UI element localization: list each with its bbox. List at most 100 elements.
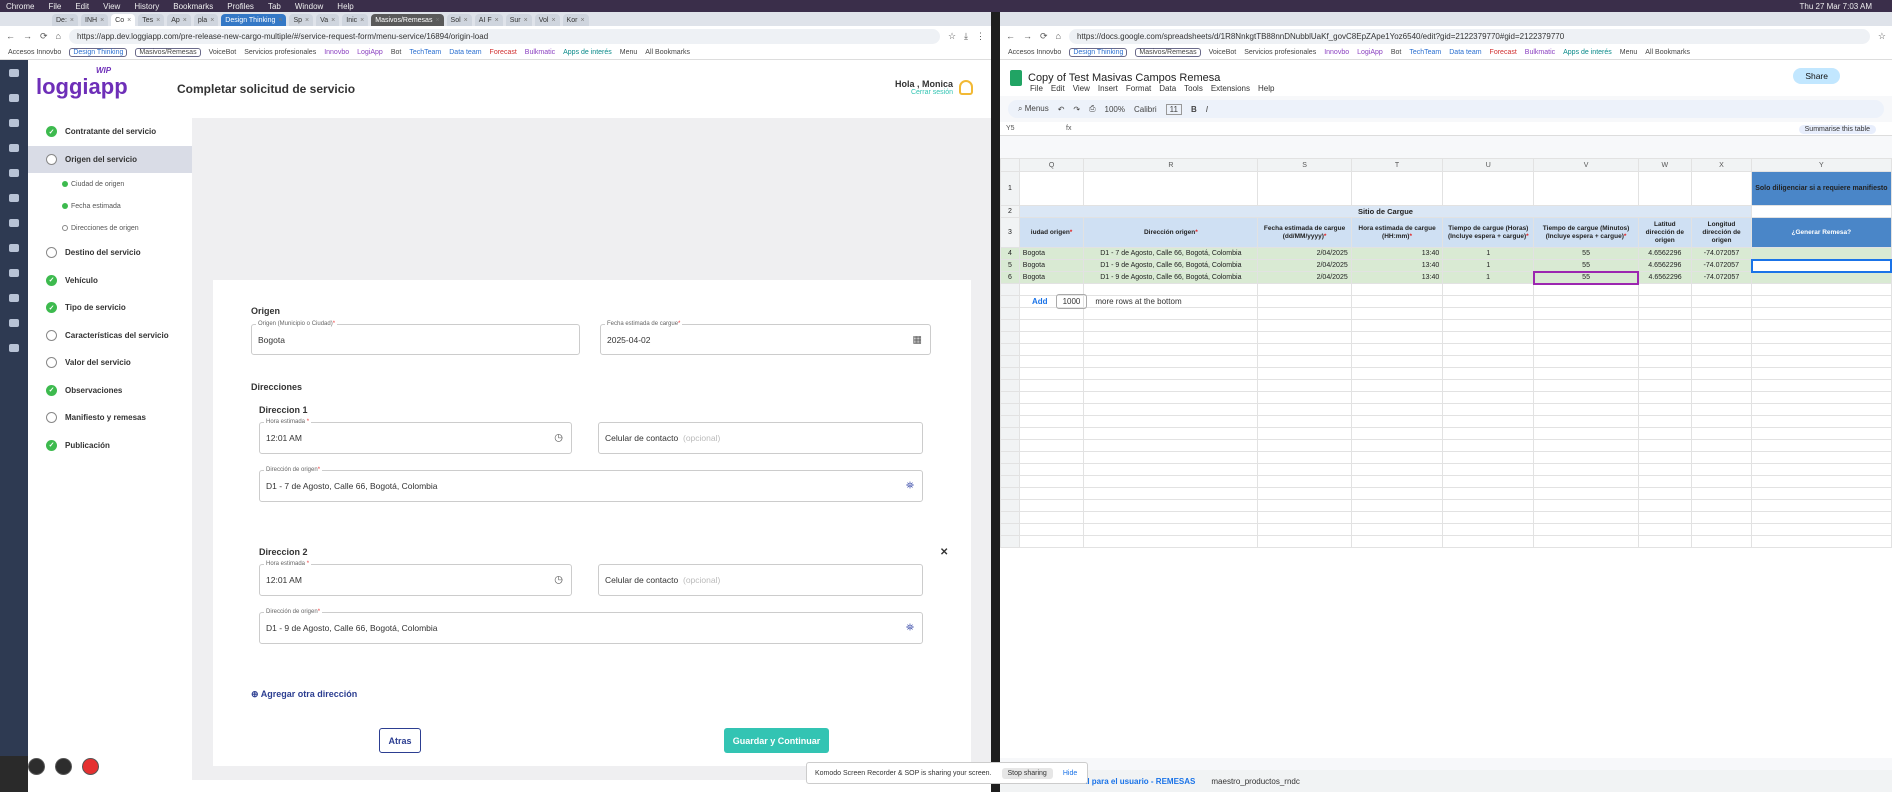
sheet-cell[interactable] [1442,427,1535,440]
sheet-cell[interactable] [1637,415,1692,428]
stepper-item[interactable]: ✓ Vehículo [28,267,192,295]
stop-sharing-button[interactable]: Stop sharing [1001,767,1053,779]
nav-icon[interactable] [9,294,19,302]
stepper-subitem[interactable]: Fecha estimada [28,195,192,217]
forward-icon[interactable]: → [23,31,32,41]
column-header-cell[interactable]: Dirección origen* [1083,217,1259,248]
sheet-cell[interactable] [1533,415,1639,428]
sheet-cell[interactable] [1442,499,1535,512]
italic-icon[interactable]: I [1206,105,1208,114]
stepper-item[interactable]: Características del servicio [28,322,192,350]
row-number[interactable]: 3 [1000,217,1020,248]
sheet-cell[interactable] [1257,171,1352,206]
row-number[interactable] [1000,379,1020,392]
sheet-cell[interactable] [1637,379,1692,392]
cell-city[interactable]: Bogota [1018,247,1085,260]
sheet-cell[interactable] [1442,391,1535,404]
tab-close-icon[interactable]: × [210,17,214,24]
sheet-cell[interactable] [1533,331,1639,344]
row-number[interactable] [1000,343,1020,356]
sheet-cell[interactable] [1018,379,1085,392]
sheet-cell[interactable] [1442,307,1535,320]
group-header-cell[interactable]: Sitio de Cargue [1018,205,1753,218]
sheet-cell[interactable] [1018,307,1085,320]
column-header-cell[interactable]: Tiempo de cargue (Minutos) (Incluye espe… [1533,217,1639,248]
tab-close-icon[interactable]: × [156,17,160,24]
sheet-cell[interactable] [1690,415,1753,428]
sheet-cell[interactable] [1690,487,1753,500]
row-number[interactable] [1000,331,1020,344]
sheet-cell[interactable] [1257,343,1352,356]
bookmark-item[interactable]: Bulkmatic [1525,49,1555,56]
row-number[interactable] [1000,319,1020,332]
sheet-cell[interactable] [1637,535,1692,548]
hide-share-banner-link[interactable]: Hide [1063,770,1077,777]
row-number[interactable] [1000,391,1020,404]
forward-icon[interactable]: → [1023,31,1032,41]
sheet-cell[interactable] [1442,475,1535,488]
loggiapp-logo[interactable]: loggiapp WIP [36,66,143,112]
sheet-cell[interactable] [1442,355,1535,368]
nav-icon[interactable] [9,319,19,327]
sheet-cell[interactable] [1350,391,1444,404]
sheet-cell[interactable] [1690,475,1753,488]
sheet-cell[interactable] [1637,331,1692,344]
sheet-cell[interactable] [1533,391,1639,404]
more-icon[interactable]: ⋮ [976,31,985,42]
fecha-cargue-field[interactable]: Fecha estimada de cargue* 2025-04-02 ▦ [600,321,931,355]
browser-tab[interactable]: Design Thinking × [221,14,287,26]
bell-icon[interactable] [959,80,973,95]
sheet-cell[interactable] [1350,367,1444,380]
sheet-cell[interactable] [1637,451,1692,464]
cell-fecha[interactable]: 2/04/2025 [1257,271,1352,284]
sheet-cell[interactable] [1637,295,1692,308]
tab-close-icon[interactable]: × [278,17,282,24]
bookmark-item[interactable]: Design Thinking [1069,48,1128,57]
menubar-item[interactable]: Tab [268,2,281,11]
sheet-cell[interactable] [1751,367,1892,380]
sheet-cell[interactable] [1257,403,1352,416]
sheet-cell[interactable] [1350,307,1444,320]
sheet-cell[interactable] [1637,367,1692,380]
corner-cell[interactable] [1000,158,1020,172]
sheet-cell[interactable] [1442,343,1535,356]
tab-close-icon[interactable]: × [100,17,104,24]
column-header-cell[interactable]: Longitud dirección de origen [1690,217,1753,248]
sheet-cell[interactable] [1018,463,1085,476]
cell-min[interactable]: 55 [1533,259,1639,272]
menubar-item[interactable]: History [134,2,159,11]
sheet-cell[interactable] [1350,499,1444,512]
browser-tab[interactable]: Sol × [446,14,472,26]
sheet-cell[interactable] [1533,535,1639,548]
tab-close-icon[interactable]: × [495,17,499,24]
print-icon[interactable]: ⎙ [1089,104,1095,114]
sheet-cell[interactable] [1083,171,1259,206]
sheet-cell[interactable] [1350,295,1444,308]
sheet-cell[interactable] [1751,415,1892,428]
sheet-cell[interactable] [1083,379,1259,392]
bookmark-star-icon[interactable]: ☆ [1878,31,1886,42]
font-select[interactable]: Calibri [1134,105,1157,114]
sheet-cell[interactable] [1442,171,1535,206]
sheet-cell[interactable] [1350,331,1444,344]
sheet-cell[interactable] [1751,463,1892,476]
cell-lat[interactable]: 4.6562296 [1637,259,1692,272]
stepper-subitem[interactable]: Ciudad de origen [28,173,192,195]
bookmark-item[interactable]: Innovbo [1324,49,1349,56]
nav-icon[interactable] [9,94,19,102]
sheet-cell[interactable] [1350,451,1444,464]
sheet-cell[interactable] [1690,295,1753,308]
stepper-subitem[interactable]: Direcciones de origen [28,217,192,239]
column-header-cell[interactable]: Tiempo de cargue (Horas) (Incluye espera… [1442,217,1535,248]
address-bar[interactable]: https://app.dev.loggiapp.com/pre-release… [68,28,940,44]
sheet-cell[interactable] [1083,487,1259,500]
sheet-cell[interactable] [1442,367,1535,380]
sheets-menu-item[interactable]: Help [1258,84,1274,93]
stepper-item[interactable]: Valor del servicio [28,349,192,377]
stepper-item[interactable]: Origen del servicio [28,145,192,173]
row-number[interactable] [1000,295,1020,308]
sheet-cell[interactable] [1083,475,1259,488]
stepper-item[interactable]: Destino del servicio [28,239,192,267]
browser-tab[interactable]: Sur × [505,14,532,26]
menubar-item[interactable]: Window [295,2,323,11]
